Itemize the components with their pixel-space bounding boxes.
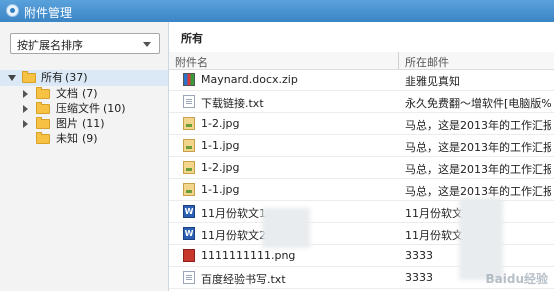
column-divider[interactable] [398,52,399,69]
tree-item-count: (37) [65,71,88,84]
redaction-blur [262,208,310,248]
attachment-name: 1111111111.png [201,249,296,262]
word-doc-icon: W [183,205,195,218]
attachment-name: Maynard.docx.zip [201,73,298,86]
expand-down-icon[interactable] [8,75,16,81]
image-file-icon [183,139,195,152]
word-doc-icon: W [183,227,195,240]
folder-icon [36,102,50,114]
image-file-icon [183,183,195,196]
tree-item-all[interactable]: 所有 (37) [0,70,168,86]
tree-item-label: 所有 [41,71,63,84]
tree-item-label: 未知 [56,132,78,145]
text-file-icon [183,271,195,284]
category-tree: 所有 (37) 文档 (7) 压缩文件 (10) 图片 (11) 未知 (9) [0,70,168,146]
text-file-icon [183,95,195,108]
attachment-panel: 所有 附件名 所在邮件 Maynard.docx.zip 韭雅见真知 下载链接.… [169,22,554,291]
attachment-name: 1-1.jpg [201,139,240,152]
folder-icon [22,71,36,83]
scope-title: 所有 [181,32,203,45]
window-title: 附件管理 [24,6,73,20]
tree-item-count: (9) [82,132,98,145]
image-file-icon [183,161,195,174]
attachment-mail: 马总，这是2013年的工作汇报， [405,185,551,198]
tree-item-label: 文档 [56,87,78,100]
tree-item-label: 压缩文件 [56,102,100,115]
tree-item-count: (10) [103,102,126,115]
sidebar: 按扩展名排序 所有 (37) 文档 (7) 压缩文件 (10) 图片 (11) [0,22,169,291]
table-row[interactable]: Maynard.docx.zip 韭雅见真知 [169,69,554,91]
attachment-mail: 马总，这是2013年的工作汇报， [405,163,551,176]
redaction-blur [459,198,503,280]
watermark-text: Baidu经验 [485,272,549,286]
attachment-name: 1-2.jpg [201,161,240,174]
attachment-mail: 韭雅见真知 [405,75,460,88]
table-header: 附件名 所在邮件 [169,52,554,70]
title-bar: 附件管理 [0,0,554,22]
sort-select-value: 按扩展名排序 [17,39,83,52]
attachment-mail: 马总，这是2013年的工作汇报， [405,119,551,132]
attachment-name: 下载链接.txt [201,97,264,110]
tree-item-documents[interactable]: 文档 (7) [0,86,168,101]
folder-icon [36,117,50,129]
column-header-mail[interactable]: 所在邮件 [405,54,449,70]
table-row[interactable]: 1-2.jpg 马总，这是2013年的工作汇报， [169,157,554,179]
tree-item-archives[interactable]: 压缩文件 (10) [0,101,168,116]
attachment-name: 11月份软文1 [201,207,266,220]
tree-item-unknown[interactable]: 未知 (9) [0,131,168,146]
table-row[interactable]: 下载链接.txt 永久免费翻～增软件[电脑版%安 [169,91,554,113]
chevron-down-icon[interactable] [143,42,151,47]
attachment-mail: 马总，这是2013年的工作汇报， [405,141,551,154]
attachment-mail: 永久免费翻～增软件[电脑版%安 [405,97,551,110]
png-file-icon [183,249,195,262]
table-row[interactable]: 1-1.jpg 马总，这是2013年的工作汇报， [169,135,554,157]
sort-select[interactable]: 按扩展名排序 [10,33,160,54]
attachment-name: 1-1.jpg [201,183,240,196]
image-file-icon [183,117,195,130]
attachment-name: 1-2.jpg [201,117,240,130]
folder-icon [36,132,50,144]
folder-icon [36,87,50,99]
expand-right-icon[interactable] [23,120,28,128]
column-header-name[interactable]: 附件名 [175,54,208,70]
attachment-name: 百度经验书写.txt [201,273,286,286]
tree-item-images[interactable]: 图片 (11) [0,116,168,131]
app-logo-icon [6,4,19,17]
attachment-name: 11月份软文2 [201,229,266,242]
tree-item-label: 图片 [56,117,78,130]
expand-right-icon[interactable] [23,105,28,113]
zip-archive-icon [183,73,195,86]
scope-header: 所有 [169,22,554,53]
expand-right-icon[interactable] [23,90,28,98]
table-row[interactable]: 1-2.jpg 马总，这是2013年的工作汇报， [169,113,554,135]
tree-item-count: (11) [82,117,105,130]
tree-item-count: (7) [82,87,98,100]
